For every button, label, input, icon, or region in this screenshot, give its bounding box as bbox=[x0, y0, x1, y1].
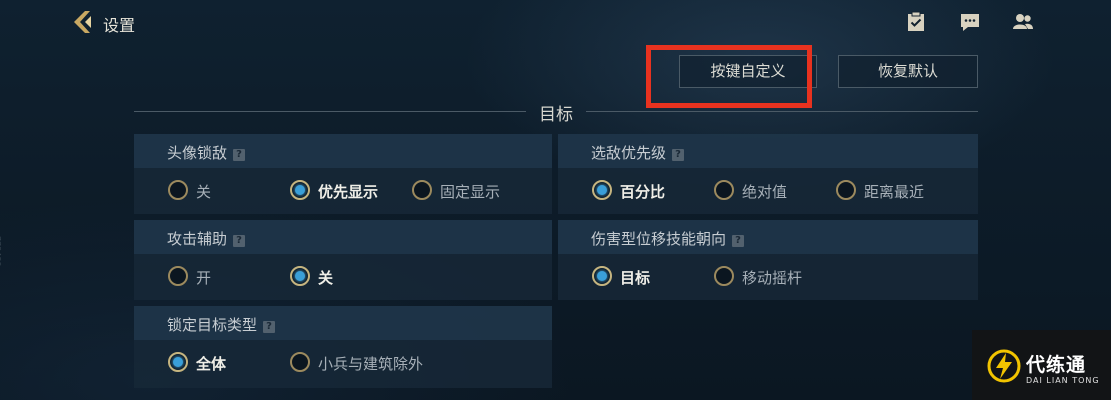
option-label: 绝对值 bbox=[742, 183, 788, 201]
section-header: 目标 bbox=[0, 100, 1111, 125]
option-label: 移动摇杆 bbox=[742, 269, 803, 287]
highlight-box bbox=[646, 45, 812, 108]
back-button[interactable] bbox=[70, 9, 96, 35]
lightning-logo-icon bbox=[987, 349, 1021, 383]
divider bbox=[586, 111, 978, 112]
option-label: 关 bbox=[318, 269, 334, 287]
panel-label: 伤害型位移技能朝向? bbox=[591, 228, 745, 249]
radio-icon bbox=[168, 180, 188, 200]
help-icon[interactable]: ? bbox=[233, 149, 246, 161]
panel-avatar-lock: 头像锁敌? 关 优先显示 固定显示 bbox=[134, 134, 552, 214]
option-label: 目标 bbox=[620, 269, 651, 287]
radio-icon bbox=[714, 266, 734, 286]
panel-label: 攻击辅助? bbox=[167, 228, 246, 249]
panel-label: 选敌优先级? bbox=[591, 142, 685, 163]
watermark-logo: 代练通 DAI LIAN TONG bbox=[972, 330, 1111, 400]
help-icon[interactable]: ? bbox=[233, 235, 246, 247]
watermark-subtitle: DAI LIAN TONG bbox=[1026, 376, 1100, 385]
help-icon[interactable]: ? bbox=[732, 235, 745, 247]
option-label: 距离最近 bbox=[864, 183, 925, 201]
option-label: 关 bbox=[196, 183, 212, 201]
radio-icon bbox=[290, 352, 310, 372]
help-icon[interactable]: ? bbox=[672, 149, 685, 161]
back-chevron-icon bbox=[74, 11, 91, 33]
panel-label: 头像锁敌? bbox=[167, 142, 246, 163]
radio-selected-icon bbox=[168, 352, 188, 372]
clipboard-check-icon bbox=[908, 11, 924, 31]
panel-header: 选敌优先级? bbox=[558, 134, 978, 168]
chat-button[interactable] bbox=[959, 11, 981, 33]
panel-enemy-priority: 选敌优先级? 百分比 绝对值 距离最近 bbox=[558, 134, 978, 214]
panel-header: 伤害型位移技能朝向? bbox=[558, 220, 978, 254]
chat-bubble-icon bbox=[961, 14, 979, 31]
option-label: 固定显示 bbox=[440, 183, 501, 201]
friends-button[interactable] bbox=[1012, 11, 1034, 33]
radio-selected-icon bbox=[592, 180, 612, 200]
friends-icon bbox=[1013, 14, 1033, 29]
panel-attack-assist: 攻击辅助? 开 关 bbox=[134, 220, 552, 300]
panel-header: 头像锁敌? bbox=[134, 134, 552, 168]
panel-damage-skill-direction: 伤害型位移技能朝向? 目标 移动摇杆 bbox=[558, 220, 978, 300]
option-label: 开 bbox=[196, 269, 212, 287]
side-id-text: 773489 bbox=[0, 236, 2, 267]
watermark-name: 代练通 bbox=[1026, 354, 1087, 376]
radio-icon bbox=[412, 180, 432, 200]
panel-header: 攻击辅助? bbox=[134, 220, 552, 254]
radio-icon bbox=[714, 180, 734, 200]
radio-selected-icon bbox=[290, 266, 310, 286]
panel-header: 锁定目标类型? bbox=[134, 306, 552, 340]
section-title: 目标 bbox=[539, 105, 573, 125]
page-title: 设置 bbox=[103, 16, 136, 35]
option-label: 百分比 bbox=[620, 183, 666, 201]
panel-label: 锁定目标类型? bbox=[167, 314, 276, 335]
help-icon[interactable]: ? bbox=[263, 321, 276, 333]
tasks-button[interactable] bbox=[905, 11, 927, 33]
option-label: 小兵与建筑除外 bbox=[318, 355, 424, 373]
top-bar: 设置 bbox=[0, 0, 1111, 46]
radio-icon bbox=[836, 180, 856, 200]
option-label: 全体 bbox=[196, 355, 227, 373]
option-label: 优先显示 bbox=[318, 183, 379, 201]
radio-selected-icon bbox=[592, 266, 612, 286]
divider bbox=[134, 111, 526, 112]
radio-icon bbox=[168, 266, 188, 286]
radio-selected-icon bbox=[290, 180, 310, 200]
reset-default-button[interactable]: 恢复默认 bbox=[838, 55, 978, 88]
panel-lock-target-type: 锁定目标类型? 全体 小兵与建筑除外 bbox=[134, 306, 552, 388]
